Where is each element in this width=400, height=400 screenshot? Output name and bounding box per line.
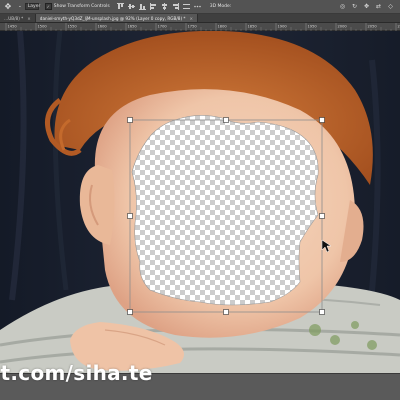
ruler-label: 2050 (368, 25, 378, 29)
ruler-label: 1750 (188, 25, 198, 29)
3d-scale-icon[interactable]: ◇ (387, 3, 394, 10)
transform-handle[interactable] (223, 117, 229, 123)
auto-select-dropdown[interactable]: Layer (24, 3, 41, 10)
distribute-icon[interactable] (183, 3, 191, 11)
transform-handle[interactable] (319, 213, 325, 219)
tab-label: daniel-smyth-yQ3dZ_ljM-unsplash.jpg @ 92… (39, 15, 186, 21)
3d-pan-icon[interactable]: ✥ (363, 3, 370, 10)
show-transform-controls-label: Show Transform Controls (53, 4, 110, 9)
align-left-icon[interactable] (150, 3, 158, 11)
auto-select-label: ⌄ (18, 4, 22, 9)
ruler-label: 1650 (128, 25, 138, 29)
3d-slide-icon[interactable]: ⇄ (375, 3, 382, 10)
transform-handle[interactable] (223, 309, 229, 315)
ruler-label: 1800 (218, 25, 228, 29)
transform-handle[interactable] (127, 309, 133, 315)
ruler-label: 1950 (308, 25, 318, 29)
3d-orbit-icon[interactable]: ◎ (339, 3, 346, 10)
transform-handle[interactable] (319, 117, 325, 123)
show-transform-controls-checkbox[interactable]: ✓ (44, 3, 52, 10)
transform-handle[interactable] (127, 213, 133, 219)
align-vcenter-icon[interactable] (128, 3, 136, 11)
ruler-label: 1500 (38, 25, 48, 29)
tab-label: …UB/8) * (4, 15, 24, 21)
ruler-label: 1850 (248, 25, 258, 29)
align-right-icon[interactable] (172, 3, 180, 11)
document-tab-previous[interactable]: …UB/8) * × (0, 14, 36, 22)
close-icon[interactable]: × (190, 16, 194, 21)
close-icon[interactable]: × (27, 16, 31, 21)
align-hcenter-icon[interactable] (161, 3, 169, 11)
ruler-label: 2000 (338, 25, 348, 29)
watermark-text: ut.com/siha.te (0, 361, 153, 385)
options-bar: ✥ ⌄ Layer ✓ Show Transform Controls 3D M… (0, 0, 400, 14)
auto-select-value: Layer (27, 4, 41, 9)
ruler-label: 1550 (68, 25, 78, 29)
right-tools: ◎ ↻ ✥ ⇄ ◇ (339, 3, 394, 10)
horizontal-ruler[interactable]: 1450 1500 1550 1600 1650 1700 1750 1800 1850 1900… (0, 23, 400, 31)
align-top-icon[interactable] (117, 3, 125, 11)
ruler-label: 1900 (278, 25, 288, 29)
more-align-icon[interactable] (194, 3, 202, 11)
3d-roll-icon[interactable]: ↻ (351, 3, 358, 10)
ruler-scale: 1450 1500 1550 1600 1650 1700 1750 1800 1850 1900… (5, 23, 400, 31)
document-tab-bar: …UB/8) * × daniel-smyth-yQ3dZ_ljM-unspla… (0, 14, 400, 23)
transform-handle[interactable] (319, 309, 325, 315)
document-tab-active[interactable]: daniel-smyth-yQ3dZ_ljM-unsplash.jpg @ 92… (35, 14, 199, 22)
align-bottom-icon[interactable] (139, 3, 147, 11)
align-buttons (117, 3, 202, 11)
transparent-cutout (131, 115, 319, 306)
document-canvas[interactable] (0, 31, 400, 373)
move-tool-icon[interactable]: ✥ (3, 2, 13, 12)
ruler-label: 1450 (8, 25, 18, 29)
canvas-image (0, 31, 400, 373)
ruler-label: 1600 (98, 25, 108, 29)
transform-handle[interactable] (127, 117, 133, 123)
ruler-label: 1700 (158, 25, 168, 29)
mode-3d-label: 3D Mode: (209, 4, 232, 9)
